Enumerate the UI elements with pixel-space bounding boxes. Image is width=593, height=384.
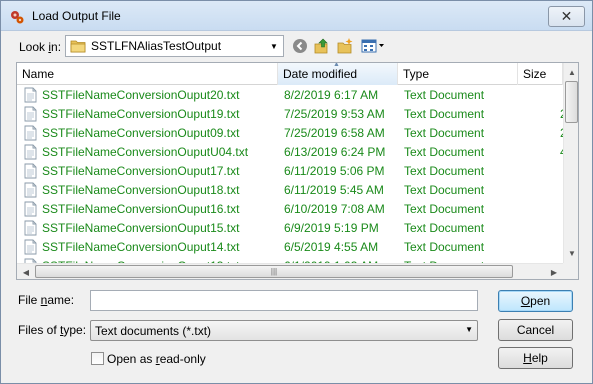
- column-header-type[interactable]: Type: [398, 63, 518, 85]
- new-folder-button[interactable]: [336, 37, 354, 55]
- horizontal-scrollbar[interactable]: ◀ ||| ▶: [17, 263, 563, 279]
- file-row[interactable]: SSTFileNameConversionOuput19.txt 7/25/201…: [17, 105, 563, 124]
- close-button[interactable]: ✕: [548, 6, 585, 27]
- file-type-cell: Text Document: [404, 202, 485, 216]
- back-button[interactable]: [291, 37, 309, 55]
- load-output-file-dialog: Load Output File ✕ Look in: SSTLFNAliasT…: [0, 0, 593, 384]
- file-date-cell: 6/11/2019 5:06 PM: [284, 164, 385, 178]
- file-row[interactable]: SSTFileNameConversionOuput16.txt 6/10/201…: [17, 200, 563, 219]
- cancel-button[interactable]: Cancel: [498, 319, 573, 341]
- folder-icon: [70, 40, 86, 53]
- file-row[interactable]: SSTFileNameConversionOuput18.txt 6/11/201…: [17, 181, 563, 200]
- text-file-icon: [24, 87, 37, 103]
- new-folder-icon: [337, 38, 353, 54]
- file-row[interactable]: SSTFileNameConversionOuput09.txt 7/25/201…: [17, 124, 563, 143]
- files-of-type-value: Text documents (*.txt): [95, 324, 212, 338]
- file-name-cell: SSTFileNameConversionOuput09.txt: [42, 126, 240, 140]
- app-gears-icon: [11, 11, 24, 24]
- column-header-size[interactable]: Size: [518, 63, 563, 85]
- text-file-icon: [24, 220, 37, 236]
- file-row[interactable]: SSTFileNameConversionOuput17.txt 6/11/201…: [17, 162, 563, 181]
- open-button-label: Open: [520, 294, 551, 308]
- file-date-cell: 7/25/2019 6:58 AM: [284, 126, 385, 140]
- look-in-combobox[interactable]: SSTLFNAliasTestOutput ▼: [65, 35, 284, 57]
- back-arrow-icon: [293, 39, 307, 53]
- files-of-type-label: Files of type:: [18, 323, 87, 337]
- file-date-cell: 6/13/2019 6:24 PM: [284, 145, 386, 159]
- cancel-button-label: Cancel: [516, 323, 555, 337]
- scroll-corner: [563, 263, 578, 279]
- file-type-cell: Text Document: [404, 221, 485, 235]
- file-type-cell: Text Document: [404, 88, 485, 102]
- vertical-scrollbar[interactable]: ▲ ▼: [563, 63, 578, 263]
- file-name-cell: SSTFileNameConversionOuput19.txt: [42, 107, 240, 121]
- file-date-cell: 8/2/2019 6:17 AM: [284, 88, 379, 102]
- file-name-cell: SSTFileNameConversionOuput20.txt: [42, 88, 240, 102]
- title-bar: Load Output File ✕: [1, 1, 592, 31]
- up-folder-icon: [314, 38, 328, 54]
- chevron-down-icon[interactable]: ▼: [267, 37, 281, 55]
- look-in-value: SSTLFNAliasTestOutput: [91, 39, 222, 53]
- text-file-icon: [24, 163, 37, 179]
- file-type-cell: Text Document: [404, 183, 485, 197]
- file-name-input[interactable]: [90, 290, 478, 311]
- files-of-type-select[interactable]: Text documents (*.txt) ▼: [90, 320, 478, 341]
- file-row[interactable]: SSTFileNameConversionOuput14.txt 6/5/2019…: [17, 238, 563, 257]
- text-file-icon: [24, 144, 37, 160]
- file-name-label: File name:: [18, 293, 75, 307]
- file-type-cell: Text Document: [404, 240, 485, 254]
- file-name-cell: SSTFileNameConversionOuput14.txt: [42, 240, 240, 254]
- text-file-icon: [24, 201, 37, 217]
- view-menu-icon: [361, 39, 384, 53]
- view-menu-button[interactable]: [360, 37, 386, 55]
- text-file-icon: [24, 125, 37, 141]
- file-type-cell: Text Document: [404, 145, 485, 159]
- look-in-label: Look in:: [19, 40, 62, 54]
- file-date-cell: 6/10/2019 7:08 AM: [284, 202, 385, 216]
- open-button[interactable]: Open: [498, 290, 573, 312]
- open-read-only-label[interactable]: Open as read-only: [107, 352, 206, 366]
- file-name-cell: SSTFileNameConversionOuput16.txt: [42, 202, 240, 216]
- file-name-cell: SSTFileNameConversionOuputU04.txt: [42, 145, 249, 159]
- column-header-date-modified[interactable]: ▲ Date modified: [278, 63, 398, 85]
- scroll-left-icon[interactable]: ◀: [20, 266, 32, 278]
- file-row[interactable]: SSTFileNameConversionOuput20.txt 8/2/2019…: [17, 86, 563, 105]
- file-name-cell: SSTFileNameConversionOuput15.txt: [42, 221, 240, 235]
- window-title: Load Output File: [32, 9, 121, 23]
- file-name-cell: SSTFileNameConversionOuput18.txt: [42, 183, 240, 197]
- file-rows: SSTFileNameConversionOuput20.txt 8/2/2019…: [17, 86, 563, 264]
- text-file-icon: [24, 106, 37, 122]
- file-date-cell: 7/25/2019 9:53 AM: [284, 107, 385, 121]
- file-list[interactable]: Name ▲ Date modified Type Size SSTFileNa…: [16, 62, 579, 280]
- help-button[interactable]: Help: [498, 347, 573, 369]
- file-type-cell: Text Document: [404, 107, 485, 121]
- open-read-only-checkbox[interactable]: [91, 352, 104, 365]
- file-date-cell: 6/9/2019 5:19 PM: [284, 221, 379, 235]
- chevron-down-icon: ▼: [465, 325, 473, 334]
- close-icon: ✕: [560, 8, 573, 24]
- scroll-down-icon[interactable]: ▼: [566, 247, 578, 259]
- text-file-icon: [24, 182, 37, 198]
- text-file-icon: [24, 239, 37, 255]
- file-date-cell: 6/5/2019 4:55 AM: [284, 240, 379, 254]
- file-row[interactable]: SSTFileNameConversionOuput15.txt 6/9/2019…: [17, 219, 563, 238]
- file-name-cell: SSTFileNameConversionOuput17.txt: [42, 164, 240, 178]
- help-button-label: Help: [523, 351, 548, 365]
- scroll-up-icon[interactable]: ▲: [566, 66, 578, 78]
- file-row[interactable]: SSTFileNameConversionOuputU04.txt 6/13/20…: [17, 143, 563, 162]
- column-header-name[interactable]: Name: [17, 63, 278, 85]
- list-header: Name ▲ Date modified Type Size: [17, 63, 563, 85]
- sort-arrow-icon: ▲: [333, 63, 340, 68]
- up-folder-button[interactable]: [313, 37, 331, 55]
- vertical-scroll-thumb[interactable]: [565, 81, 578, 123]
- file-date-cell: 6/11/2019 5:45 AM: [284, 183, 384, 197]
- scroll-right-icon[interactable]: ▶: [548, 266, 560, 278]
- horizontal-scroll-thumb[interactable]: |||: [35, 265, 513, 278]
- file-type-cell: Text Document: [404, 126, 485, 140]
- file-type-cell: Text Document: [404, 164, 485, 178]
